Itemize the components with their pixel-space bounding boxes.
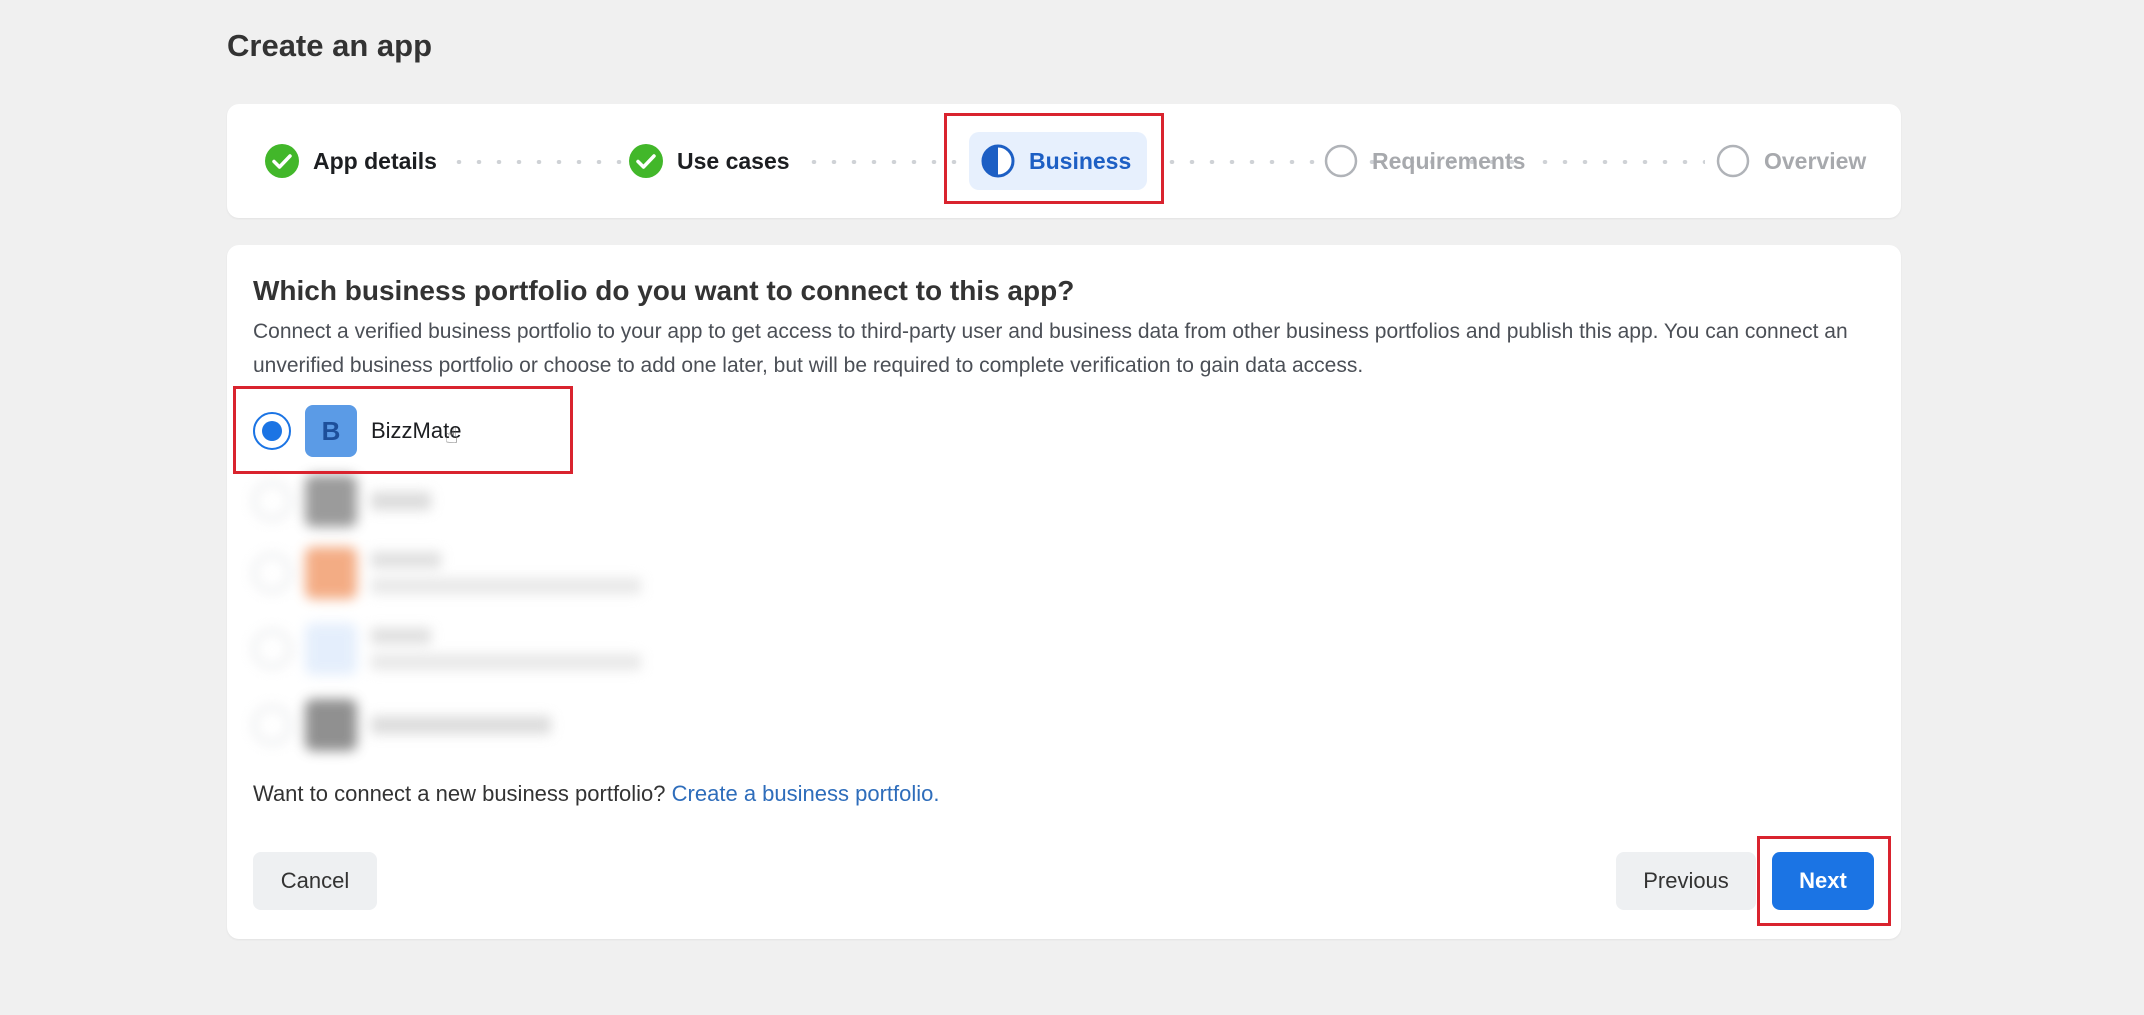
redacted-subtitle xyxy=(371,654,641,670)
radio-button[interactable] xyxy=(253,706,291,744)
business-avatar xyxy=(305,699,357,751)
business-portfolio-card: Which business portfolio do you want to … xyxy=(227,245,1901,939)
create-portfolio-link[interactable]: Create a business portfolio. xyxy=(672,781,940,806)
business-avatar: B xyxy=(305,405,357,457)
portfolio-description: Connect a verified business portfolio to… xyxy=(253,320,1848,377)
redacted-name xyxy=(371,492,431,510)
business-avatar xyxy=(305,623,357,675)
step-label: Business xyxy=(1029,147,1132,174)
portfolio-option-redacted[interactable] xyxy=(253,621,641,677)
check-circle-icon xyxy=(629,144,663,178)
empty-circle-icon xyxy=(1324,144,1358,178)
portfolio-option-redacted[interactable] xyxy=(253,545,641,601)
check-circle-icon xyxy=(265,144,299,178)
connect-new-portfolio: Want to connect a new business portfolio… xyxy=(253,781,940,807)
next-button[interactable]: Next xyxy=(1772,852,1874,910)
active-step-pill: Business xyxy=(969,132,1148,190)
radio-button[interactable] xyxy=(253,630,291,668)
step-app-details[interactable]: App details xyxy=(265,104,437,218)
redacted-subtitle xyxy=(371,578,641,594)
step-divider xyxy=(1535,160,1705,164)
radio-button[interactable] xyxy=(253,412,291,450)
empty-circle-icon xyxy=(1716,144,1750,178)
stepper: App details Use cases Business Requireme… xyxy=(227,104,1901,218)
step-divider xyxy=(449,160,629,164)
portfolio-question: Which business portfolio do you want to … xyxy=(253,275,1075,306)
business-avatar xyxy=(305,547,357,599)
redacted-name xyxy=(371,628,431,644)
step-use-cases[interactable]: Use cases xyxy=(629,104,790,218)
page-title: Create an app xyxy=(227,28,433,63)
business-avatar xyxy=(305,475,357,527)
step-requirements[interactable]: Requirements xyxy=(1324,104,1525,218)
cancel-button[interactable]: Cancel xyxy=(253,852,377,910)
radio-button[interactable] xyxy=(253,482,291,520)
portfolio-option-redacted[interactable] xyxy=(253,697,551,753)
step-divider xyxy=(804,160,974,164)
hand-cursor-icon: ☝ xyxy=(445,423,459,448)
step-label: Overview xyxy=(1764,147,1867,174)
redacted-name xyxy=(371,552,441,568)
portfolio-option-bizzmate[interactable]: B BizzMate xyxy=(253,403,461,459)
half-circle-icon xyxy=(981,144,1015,178)
step-label: App details xyxy=(313,147,437,174)
redacted-name xyxy=(371,716,551,734)
step-overview[interactable]: Overview xyxy=(1716,104,1866,218)
step-label: Requirements xyxy=(1372,147,1526,174)
portfolio-option-redacted[interactable] xyxy=(253,473,431,529)
previous-button[interactable]: Previous xyxy=(1616,852,1756,910)
step-label: Use cases xyxy=(677,147,790,174)
radio-button[interactable] xyxy=(253,554,291,592)
step-business[interactable]: Business xyxy=(969,104,1148,218)
connect-prompt: Want to connect a new business portfolio… xyxy=(253,781,666,806)
